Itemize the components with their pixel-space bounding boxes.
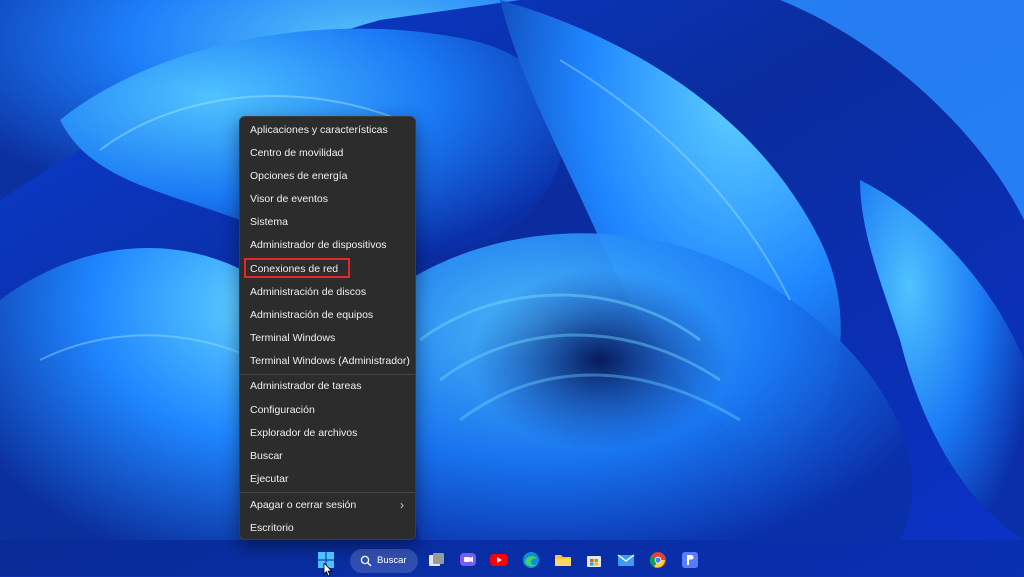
menu-item-device-manager[interactable]: Administrador de dispositivos xyxy=(243,234,412,256)
desktop-wallpaper xyxy=(0,0,1024,576)
menu-item-shutdown-label: Apagar o cerrar sesión xyxy=(250,499,357,511)
mail-icon[interactable] xyxy=(616,550,636,570)
menu-item-desktop[interactable]: Escritorio xyxy=(243,517,412,539)
p-app-icon[interactable] xyxy=(680,550,700,570)
search-icon xyxy=(360,555,372,567)
taskbar xyxy=(0,544,1024,576)
menu-item-power-options[interactable]: Opciones de energía xyxy=(243,165,412,187)
menu-separator xyxy=(240,492,415,493)
menu-item-network-connections[interactable]: Conexiones de red xyxy=(243,258,412,280)
menu-item-terminal-admin[interactable]: Terminal Windows (Administrador) xyxy=(243,350,412,372)
menu-item-disk-management[interactable]: Administración de discos xyxy=(243,281,412,303)
menu-item-computer-management[interactable]: Administración de equipos xyxy=(243,304,412,326)
menu-item-settings[interactable]: Configuración xyxy=(243,399,412,421)
chevron-right-icon: › xyxy=(400,498,404,512)
menu-item-task-manager[interactable]: Administrador de tareas xyxy=(243,375,412,397)
menu-item-shutdown[interactable]: Apagar o cerrar sesión › xyxy=(243,494,412,516)
menu-item-terminal[interactable]: Terminal Windows xyxy=(243,327,412,349)
store-icon[interactable] xyxy=(584,550,604,570)
menu-item-event-viewer[interactable]: Visor de eventos xyxy=(243,188,412,210)
context-menu: Aplicaciones y características Centro de… xyxy=(239,116,416,540)
menu-item-file-explorer[interactable]: Explorador de archivos xyxy=(243,422,412,444)
file-explorer-icon[interactable] xyxy=(553,550,573,570)
menu-item-apps-features[interactable]: Aplicaciones y características xyxy=(243,119,412,141)
taskbar-search-button[interactable]: Buscar xyxy=(350,549,418,573)
youtube-icon[interactable] xyxy=(489,550,509,570)
menu-item-mobility-center[interactable]: Centro de movilidad xyxy=(243,142,412,164)
mouse-cursor-icon xyxy=(323,563,333,577)
edge-icon[interactable] xyxy=(521,550,541,570)
chat-icon[interactable] xyxy=(458,550,478,570)
menu-item-system[interactable]: Sistema xyxy=(243,211,412,233)
chrome-icon[interactable] xyxy=(648,550,668,570)
menu-item-run[interactable]: Ejecutar xyxy=(243,468,412,490)
menu-item-search[interactable]: Buscar xyxy=(243,445,412,467)
task-view-icon[interactable] xyxy=(426,550,446,570)
search-label: Buscar xyxy=(377,555,407,566)
